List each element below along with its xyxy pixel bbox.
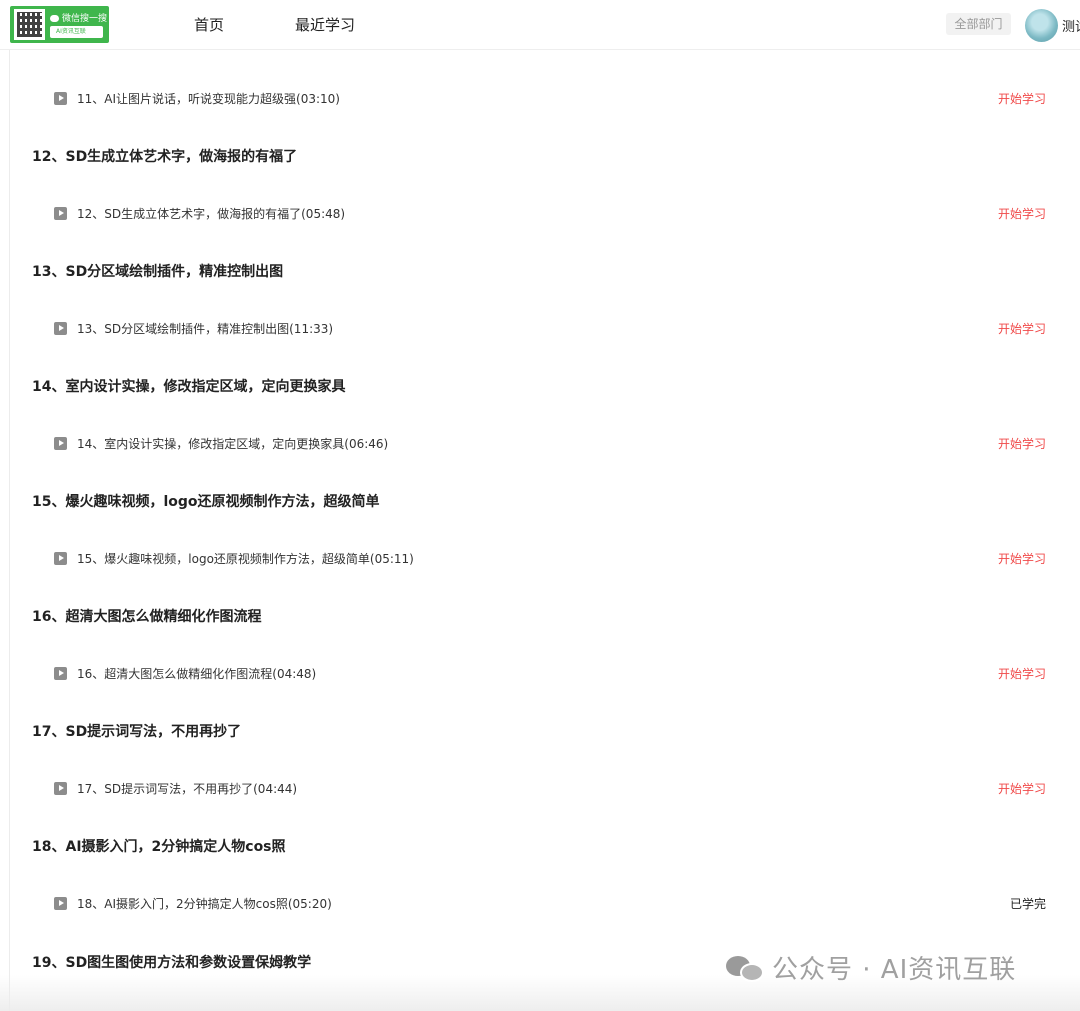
logo-search-pill: AI资讯互联 <box>50 26 103 38</box>
play-icon <box>54 322 67 335</box>
play-icon <box>54 897 67 910</box>
lesson-row[interactable]: 14、室内设计实操，修改指定区域，定向更换家具(06:46) 开始学习 <box>0 434 1080 456</box>
start-learning-button[interactable]: 开始学习 <box>998 90 1046 107</box>
start-learning-button[interactable]: 开始学习 <box>998 550 1046 567</box>
lesson-title: 12、SD生成立体艺术字，做海报的有福了(05:48) <box>77 207 346 221</box>
chapter-title: 18、AI摄影入门，2分钟搞定人物cos照 <box>32 839 286 855</box>
logo-text: 微信搜一搜 <box>62 14 108 24</box>
play-icon <box>54 92 67 105</box>
start-learning-button[interactable]: 开始学习 <box>998 205 1046 222</box>
lesson-row[interactable]: 11、AI让图片说话，听说变现能力超级强(03:10) 开始学习 <box>0 89 1080 111</box>
lesson-title: 14、室内设计实操，修改指定区域，定向更换家具(06:46) <box>77 437 389 451</box>
chapter-title: 15、爆火趣味视频，logo还原视频制作方法，超级简单 <box>32 494 380 510</box>
department-filter-button[interactable]: 全部部门 <box>946 13 1011 35</box>
completed-status[interactable]: 已学完 <box>1010 895 1046 912</box>
site-logo[interactable]: 微信搜一搜 AI资讯互联 <box>10 6 109 43</box>
chapter-title: 19、SD图生图使用方法和参数设置保姆教学 <box>32 955 312 971</box>
lesson-title: 11、AI让图片说话，听说变现能力超级强(03:10) <box>77 92 340 106</box>
lesson-row[interactable]: 17、SD提示词写法，不用再抄了(04:44) 开始学习 <box>0 779 1080 801</box>
lesson-title: 18、AI摄影入门，2分钟搞定人物cos照(05:20) <box>77 897 332 911</box>
username[interactable]: 测试 <box>1062 16 1080 35</box>
lesson-title: 15、爆火趣味视频，logo还原视频制作方法，超级简单(05:11) <box>77 552 414 566</box>
chapter-title: 16、超清大图怎么做精细化作图流程 <box>32 609 262 625</box>
play-icon <box>54 437 67 450</box>
course-lesson-list: 11、AI让图片说话，听说变现能力超级强(03:10) 开始学习 12、SD生成… <box>0 0 1080 1011</box>
start-learning-button[interactable]: 开始学习 <box>998 665 1046 682</box>
watermark-text: 公众号 · AI资讯互联 <box>772 955 1017 985</box>
play-icon <box>54 207 67 220</box>
qr-code-icon <box>14 9 45 40</box>
lesson-row[interactable]: 13、SD分区域绘制插件，精准控制出图(11:33) 开始学习 <box>0 319 1080 341</box>
lesson-row[interactable]: 16、超清大图怎么做精细化作图流程(04:48) 开始学习 <box>0 664 1080 686</box>
lesson-title: 17、SD提示词写法，不用再抄了(04:44) <box>77 782 298 796</box>
play-icon <box>54 782 67 795</box>
lesson-title: 13、SD分区域绘制插件，精准控制出图(11:33) <box>77 322 334 336</box>
start-learning-button[interactable]: 开始学习 <box>998 320 1046 337</box>
top-navigation-bar: 微信搜一搜 AI资讯互联 首页 最近学习 全部部门 测试 <box>0 0 1080 50</box>
start-learning-button[interactable]: 开始学习 <box>998 435 1046 452</box>
nav-recent-learning[interactable]: 最近学习 <box>295 14 355 35</box>
play-icon <box>54 552 67 565</box>
lesson-row[interactable]: 15、爆火趣味视频，logo还原视频制作方法，超级简单(05:11) 开始学习 <box>0 549 1080 571</box>
lesson-row[interactable]: 18、AI摄影入门，2分钟搞定人物cos照(05:20) 已学完 <box>0 894 1080 916</box>
chapter-title: 12、SD生成立体艺术字，做海报的有福了 <box>32 149 298 165</box>
lesson-row[interactable]: 12、SD生成立体艺术字，做海报的有福了(05:48) 开始学习 <box>0 204 1080 226</box>
chapter-title: 13、SD分区域绘制插件，精准控制出图 <box>32 264 284 280</box>
wechat-icon <box>726 953 766 983</box>
wechat-icon <box>50 15 59 22</box>
watermark: 公众号 · AI资讯互联 <box>726 949 1016 985</box>
chapter-title: 14、室内设计实操，修改指定区域，定向更换家具 <box>32 379 346 395</box>
avatar[interactable] <box>1025 9 1058 42</box>
nav-home[interactable]: 首页 <box>194 14 224 35</box>
play-icon <box>54 667 67 680</box>
chapter-title: 17、SD提示词写法，不用再抄了 <box>32 724 242 740</box>
start-learning-button[interactable]: 开始学习 <box>998 780 1046 797</box>
lesson-title: 16、超清大图怎么做精细化作图流程(04:48) <box>77 667 317 681</box>
